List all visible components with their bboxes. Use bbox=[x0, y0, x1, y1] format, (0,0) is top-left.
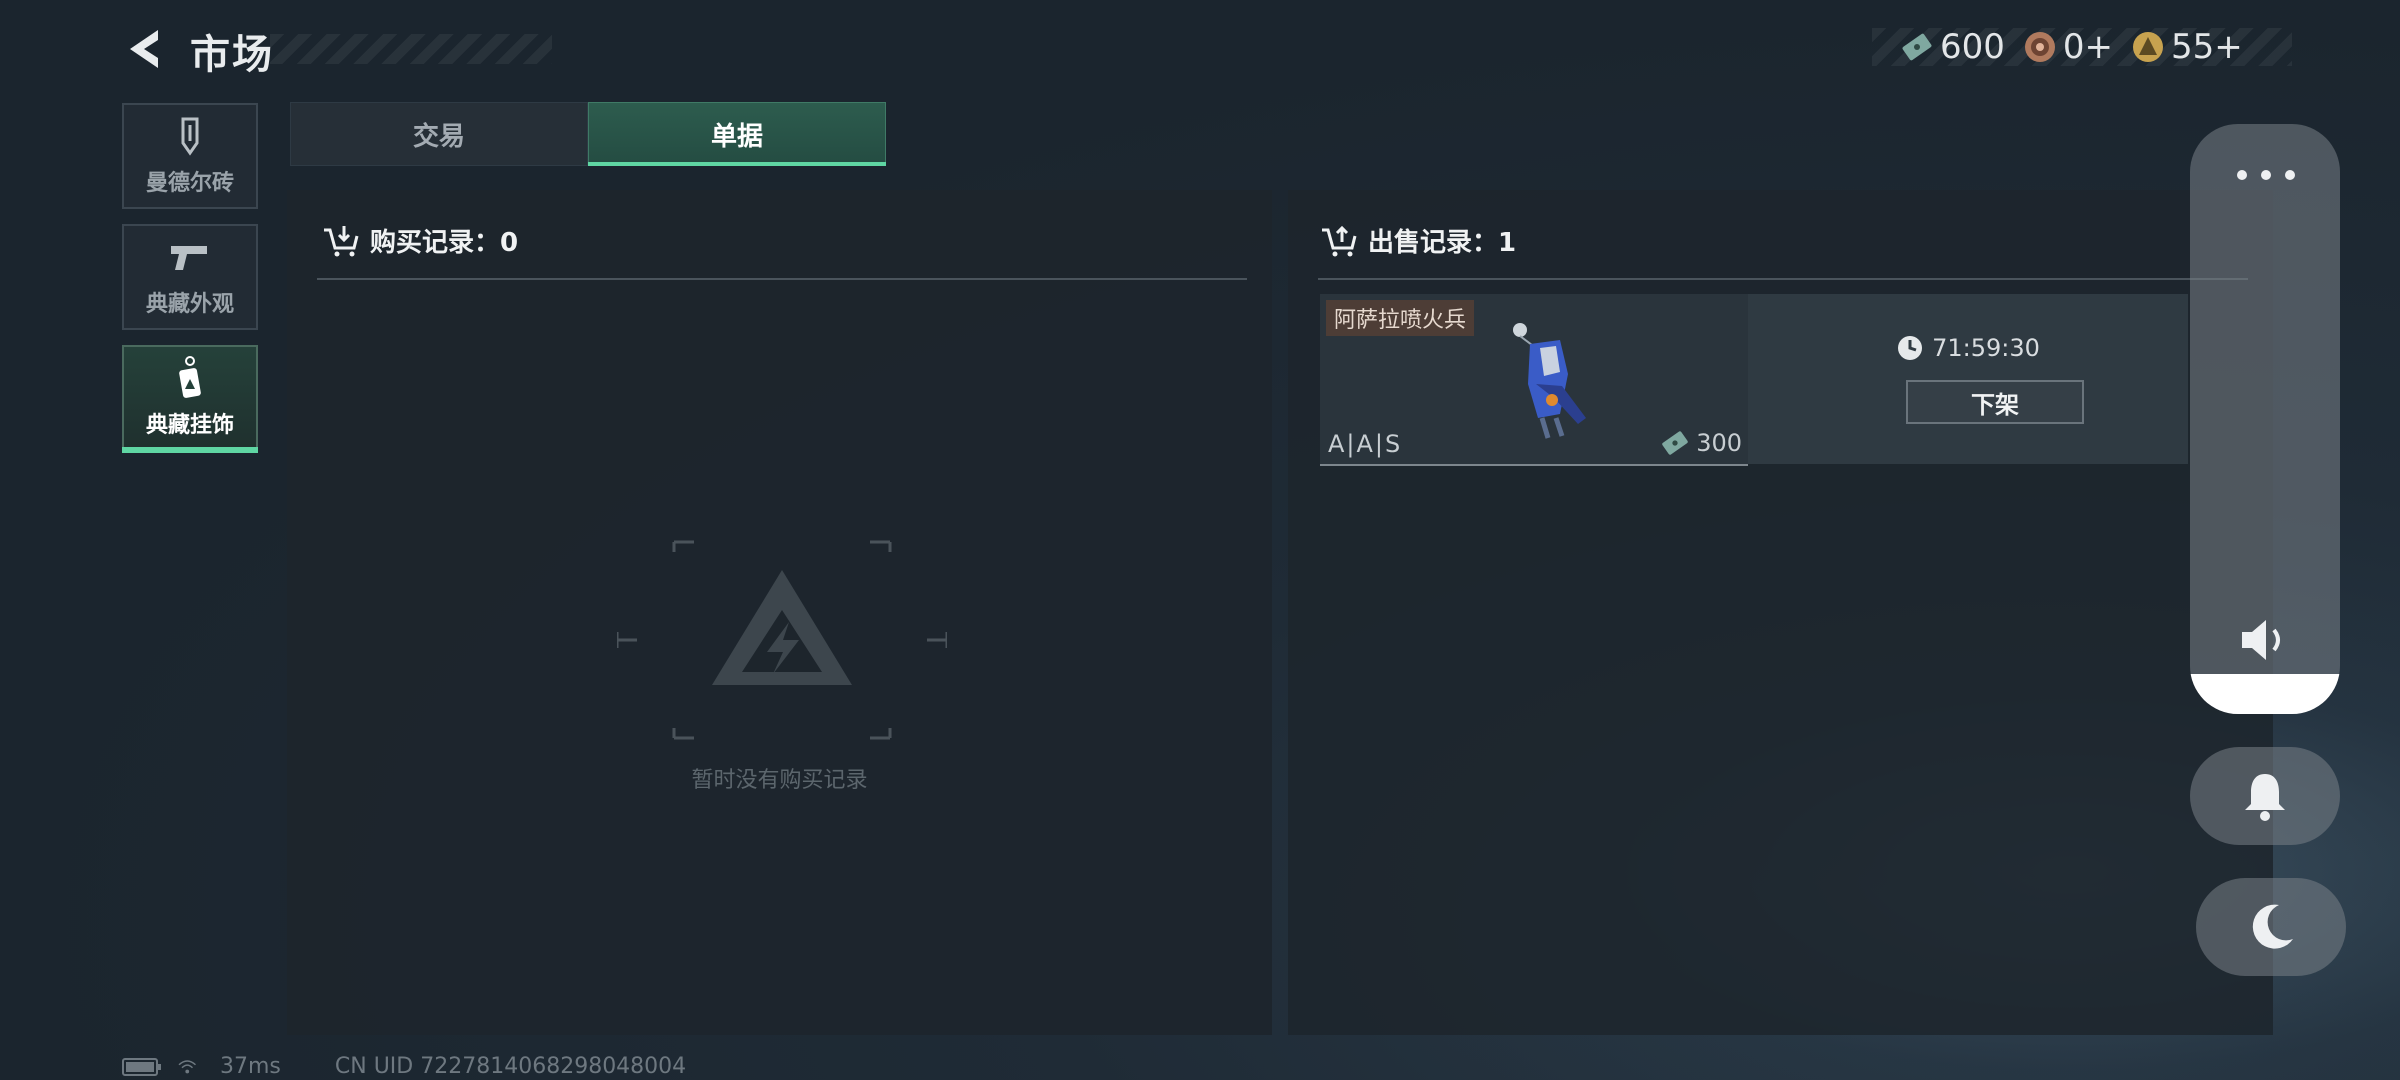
buy-records-header: 购买记录：0 bbox=[322, 222, 518, 259]
sell-record-item[interactable]: 阿萨拉喷火兵 A|A|S 300 bbox=[1320, 294, 1748, 466]
cart-upload-icon bbox=[1322, 225, 1357, 256]
gold-coin-icon bbox=[2133, 32, 2164, 62]
sell-record-actions: 71:59:30 下架 bbox=[1748, 294, 2188, 464]
listing-timer: 71:59:30 bbox=[1748, 334, 2188, 362]
do-not-disturb-button[interactable] bbox=[2196, 878, 2346, 976]
back-arrow-icon bbox=[130, 30, 158, 68]
category-collection-charm[interactable]: 典藏挂饰 bbox=[122, 345, 258, 451]
cash-icon bbox=[1662, 431, 1688, 455]
title-decoration bbox=[270, 34, 552, 64]
page-title: 市场 bbox=[190, 32, 274, 78]
clock-icon bbox=[1898, 336, 1923, 360]
volume-level-fill bbox=[2190, 674, 2340, 714]
notification-button[interactable] bbox=[2190, 747, 2340, 845]
item-price-value: 300 bbox=[1696, 429, 1742, 457]
category-label: 典藏外观 bbox=[145, 292, 234, 317]
category-label: 曼德尔砖 bbox=[145, 171, 234, 196]
currency-token[interactable]: 0+ bbox=[2023, 27, 2113, 67]
ping-value: 37ms bbox=[220, 1054, 281, 1079]
battery-icon bbox=[122, 1057, 161, 1076]
active-tab-indicator bbox=[588, 162, 886, 166]
item-price: 300 bbox=[1660, 428, 1742, 458]
category-collection-skin[interactable]: 典藏外观 bbox=[122, 224, 258, 330]
cart-download-icon bbox=[324, 225, 359, 256]
token-icon bbox=[2024, 32, 2055, 62]
tab-orders[interactable]: 单据 bbox=[588, 102, 886, 166]
category-mandel-brick[interactable]: 曼德尔砖 bbox=[122, 103, 258, 209]
tab-trade[interactable]: 交易 bbox=[290, 102, 588, 166]
moon-icon bbox=[2252, 904, 2293, 949]
item-name-tag: 阿萨拉喷火兵 bbox=[1326, 300, 1475, 336]
category-label: 典藏挂饰 bbox=[145, 413, 234, 438]
delist-button[interactable]: 下架 bbox=[1906, 380, 2084, 424]
brick-icon bbox=[181, 117, 199, 156]
flamethrower-charm-image bbox=[1513, 323, 1586, 439]
timer-value: 71:59:30 bbox=[1932, 334, 2040, 362]
sell-records-panel: 出售记录：1 阿萨拉喷火兵 A|A|S 300 71:59:30 下架 bbox=[1288, 190, 2273, 1035]
speaker-icon bbox=[2242, 620, 2280, 660]
empty-state-logo-icon bbox=[617, 540, 947, 740]
wifi-icon bbox=[178, 1059, 197, 1073]
divider bbox=[1318, 278, 2248, 280]
back-button[interactable] bbox=[120, 24, 170, 74]
divider bbox=[317, 278, 1247, 280]
sell-records-title: 出售记录：1 bbox=[1368, 228, 1517, 258]
token-value: 0+ bbox=[2062, 27, 2114, 67]
cash-icon bbox=[1902, 33, 1932, 61]
gold-value: 55+ bbox=[2171, 27, 2243, 67]
uid-text: CN UID 7227814068298048004 bbox=[334, 1054, 687, 1079]
cash-value: 600 bbox=[1940, 27, 2005, 67]
pistol-icon bbox=[171, 246, 207, 270]
sell-records-header: 出售记录：1 bbox=[1320, 222, 1516, 259]
more-icon[interactable] bbox=[2228, 160, 2304, 190]
empty-state-text: 暂时没有购买记录 bbox=[691, 768, 868, 793]
item-grade: A|A|S bbox=[1328, 430, 1403, 458]
currency-cash[interactable]: 600 bbox=[1900, 27, 2005, 67]
currency-gold[interactable]: 55+ bbox=[2131, 27, 2243, 67]
currency-bar: 600 0+ 55+ bbox=[1872, 27, 2292, 67]
buy-records-panel: 购买记录：0 暂时没有购买记录 bbox=[287, 190, 1272, 1035]
bell-icon bbox=[2245, 774, 2285, 821]
charm-tag-icon bbox=[179, 356, 201, 398]
active-category-indicator bbox=[122, 447, 258, 453]
buy-records-title: 购买记录：0 bbox=[370, 228, 519, 258]
status-bar: 37ms CN UID 7227814068298048004 bbox=[122, 1054, 686, 1079]
